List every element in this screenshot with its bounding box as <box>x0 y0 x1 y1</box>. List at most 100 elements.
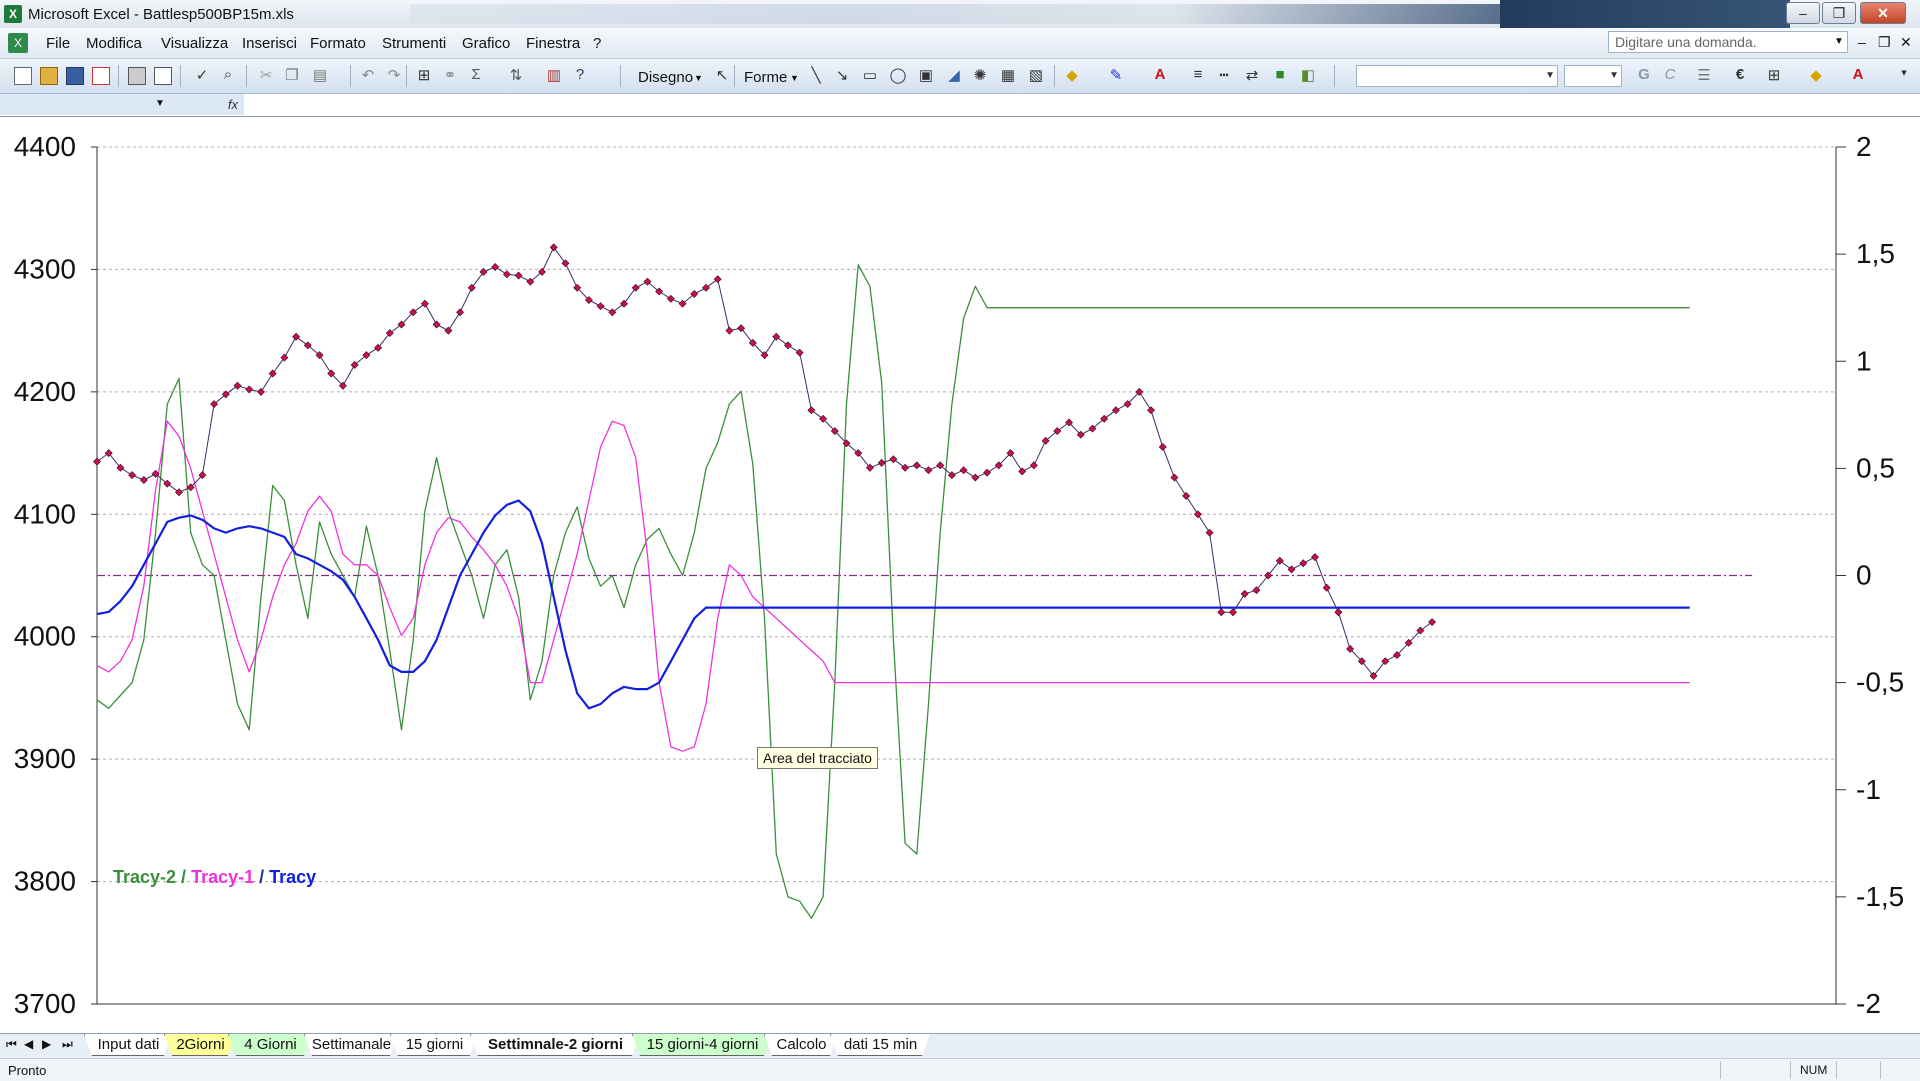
align-center-icon[interactable]: ☰ <box>1694 66 1714 84</box>
undo-icon[interactable]: ↶ <box>358 66 378 84</box>
chart-svg[interactable]: 3700 3800 3900 4000 4100 4200 4300 4400 -2 -1,5 -1… <box>0 117 1920 1032</box>
menu-grafico[interactable]: Grafico <box>462 35 510 52</box>
ask-question-input[interactable]: Digitare una domanda. <box>1608 31 1848 53</box>
oval-icon[interactable]: ◯ <box>888 66 908 84</box>
right-axis-tick-label: -1 <box>1856 774 1881 805</box>
hyperlink-icon[interactable]: ⊞ <box>414 66 434 84</box>
chart-legend[interactable]: Tracy-2 / Tracy-1 / Tracy <box>113 867 316 888</box>
price-marker <box>666 294 675 303</box>
menu-finestra[interactable]: Finestra <box>526 35 580 52</box>
prev-sheet-icon[interactable]: ◀ <box>24 1037 33 1051</box>
help-icon[interactable]: ? <box>570 66 590 83</box>
chart-area[interactable]: 3700 3800 3900 4000 4100 4200 4300 4400 -2 -1,5 -1… <box>0 117 1920 1032</box>
bold-button[interactable]: G <box>1634 66 1654 83</box>
menu-formato[interactable]: Formato <box>310 35 366 52</box>
price-marker <box>959 466 968 475</box>
last-sheet-icon[interactable]: ⏭ <box>62 1037 73 1052</box>
sigma-icon[interactable]: Σ <box>466 66 486 83</box>
chart-wizard-icon[interactable]: ▥ <box>544 66 564 84</box>
sheet-tab-label: dati 15 min <box>843 1036 918 1053</box>
italic-button[interactable]: C <box>1660 66 1680 83</box>
print-preview-icon[interactable] <box>154 67 172 85</box>
legend-separator-1: / <box>176 867 192 887</box>
sheet-tab-4[interactable]: Settimanale <box>304 1034 398 1056</box>
insert-function-icon[interactable]: fx <box>176 94 244 115</box>
euro-button[interactable]: € <box>1730 66 1750 83</box>
menu-modifica[interactable]: Modifica <box>86 35 142 52</box>
workbook-icon[interactable]: X <box>8 33 28 53</box>
fill-color-icon[interactable]: ◆ <box>1062 66 1082 84</box>
sort-icon[interactable]: ⇅ <box>506 66 526 84</box>
price-marker <box>491 263 500 271</box>
price-marker <box>725 326 734 335</box>
arrow-icon[interactable]: ↘ <box>832 66 852 84</box>
price-marker <box>1240 589 1249 598</box>
3d-style-icon[interactable]: ◧ <box>1298 66 1318 84</box>
sheet-tab-8[interactable]: Calcolo <box>764 1034 838 1056</box>
spelling-icon[interactable]: ✓ <box>192 66 212 84</box>
status-bar: Pronto NUM <box>0 1058 1920 1081</box>
autosum-icon[interactable]: ⚭ <box>440 66 460 84</box>
menu-inserisci[interactable]: Inserisci <box>242 35 297 52</box>
drawing-dropdown-icon[interactable]: ▼ <box>694 73 703 83</box>
doc-restore-icon[interactable]: ❐ <box>1878 34 1891 51</box>
autoshapes-menu[interactable]: Forme <box>744 69 787 86</box>
first-sheet-icon[interactable]: ⏮ <box>6 1037 17 1052</box>
close-button[interactable]: ✕ <box>1860 2 1906 24</box>
permission-icon[interactable] <box>92 67 110 85</box>
sheet-tab-2[interactable]: 2Giorni <box>164 1034 236 1056</box>
dash-style-icon[interactable]: ┅ <box>1214 66 1234 84</box>
select-object-icon[interactable]: ↖ <box>712 66 732 84</box>
line-style-icon[interactable]: ≡ <box>1188 66 1208 83</box>
sheet-tab-9[interactable]: dati 15 min <box>830 1034 930 1056</box>
font-color-2-icon[interactable]: A <box>1848 66 1868 83</box>
wordart-icon[interactable]: ◢ <box>944 66 964 84</box>
next-sheet-icon[interactable]: ▶ <box>42 1037 51 1051</box>
sheet-tab-1[interactable]: Input dati <box>84 1034 172 1056</box>
doc-close-icon[interactable]: ✕ <box>1900 34 1912 51</box>
print-icon[interactable] <box>128 67 146 85</box>
menu-file[interactable]: File <box>46 35 70 52</box>
menu-visualizza[interactable]: Visualizza <box>161 35 228 52</box>
menu-bar: X File Modifica Visualizza Inserisci For… <box>0 28 1920 59</box>
fill-color-2-icon[interactable]: ◆ <box>1806 66 1826 84</box>
name-box-dropdown-icon[interactable]: ▼ <box>155 98 165 109</box>
paste-icon[interactable]: ▤ <box>310 66 330 84</box>
borders-icon[interactable]: ⊞ <box>1764 66 1784 84</box>
cut-icon[interactable]: ✂ <box>256 66 276 84</box>
sheet-tab-5[interactable]: 15 giorni <box>390 1034 478 1056</box>
copy-icon[interactable]: ❐ <box>282 66 302 84</box>
menu-strumenti[interactable]: Strumenti <box>382 35 446 52</box>
doc-minimize-icon[interactable]: ‒ <box>1858 34 1866 50</box>
rectangle-icon[interactable]: ▭ <box>860 66 880 84</box>
line-color-icon[interactable]: ✎ <box>1106 66 1126 84</box>
menu-help[interactable]: ? <box>593 35 601 52</box>
picture-icon[interactable]: ▧ <box>1026 66 1046 84</box>
autoshapes-dropdown-icon[interactable]: ▼ <box>790 73 799 83</box>
minimize-button[interactable]: ‒ <box>1786 2 1820 24</box>
excel-app-icon[interactable]: X <box>4 5 22 23</box>
arrow-style-icon[interactable]: ⇄ <box>1242 66 1262 84</box>
name-box[interactable]: ▼ <box>0 94 177 115</box>
new-document-icon[interactable] <box>14 67 32 85</box>
textbox-icon[interactable]: ▣ <box>916 66 936 84</box>
sheet-tab-7[interactable]: 15 giorni-4 giorni <box>632 1034 772 1056</box>
shadow-icon[interactable]: ■ <box>1270 66 1290 83</box>
sheet-tab-6[interactable]: Settimnale-2 giorni <box>470 1034 640 1056</box>
save-icon[interactable] <box>66 67 84 85</box>
toolbar-options-icon[interactable]: ▾ <box>1894 66 1914 79</box>
diagram-icon[interactable]: ✺ <box>970 66 990 84</box>
font-color-icon[interactable]: A <box>1150 66 1170 83</box>
sheet-tab-3[interactable]: 4 Giorni <box>228 1034 312 1056</box>
ask-dropdown-icon[interactable]: ▼ <box>1834 36 1844 47</box>
font-size-combo[interactable]: ▼ <box>1564 65 1622 87</box>
line-icon[interactable]: ╲ <box>806 66 826 84</box>
maximize-button[interactable]: ❐ <box>1822 2 1856 24</box>
research-icon[interactable]: ⌕ <box>218 66 238 83</box>
open-folder-icon[interactable] <box>40 67 58 85</box>
redo-icon[interactable]: ↷ <box>384 66 404 84</box>
sheet-tab-label: 15 giorni <box>405 1036 464 1053</box>
font-name-combo[interactable]: ▼ <box>1356 65 1558 87</box>
drawing-menu[interactable]: Disegno <box>638 69 693 86</box>
clipart-icon[interactable]: ▦ <box>998 66 1018 84</box>
